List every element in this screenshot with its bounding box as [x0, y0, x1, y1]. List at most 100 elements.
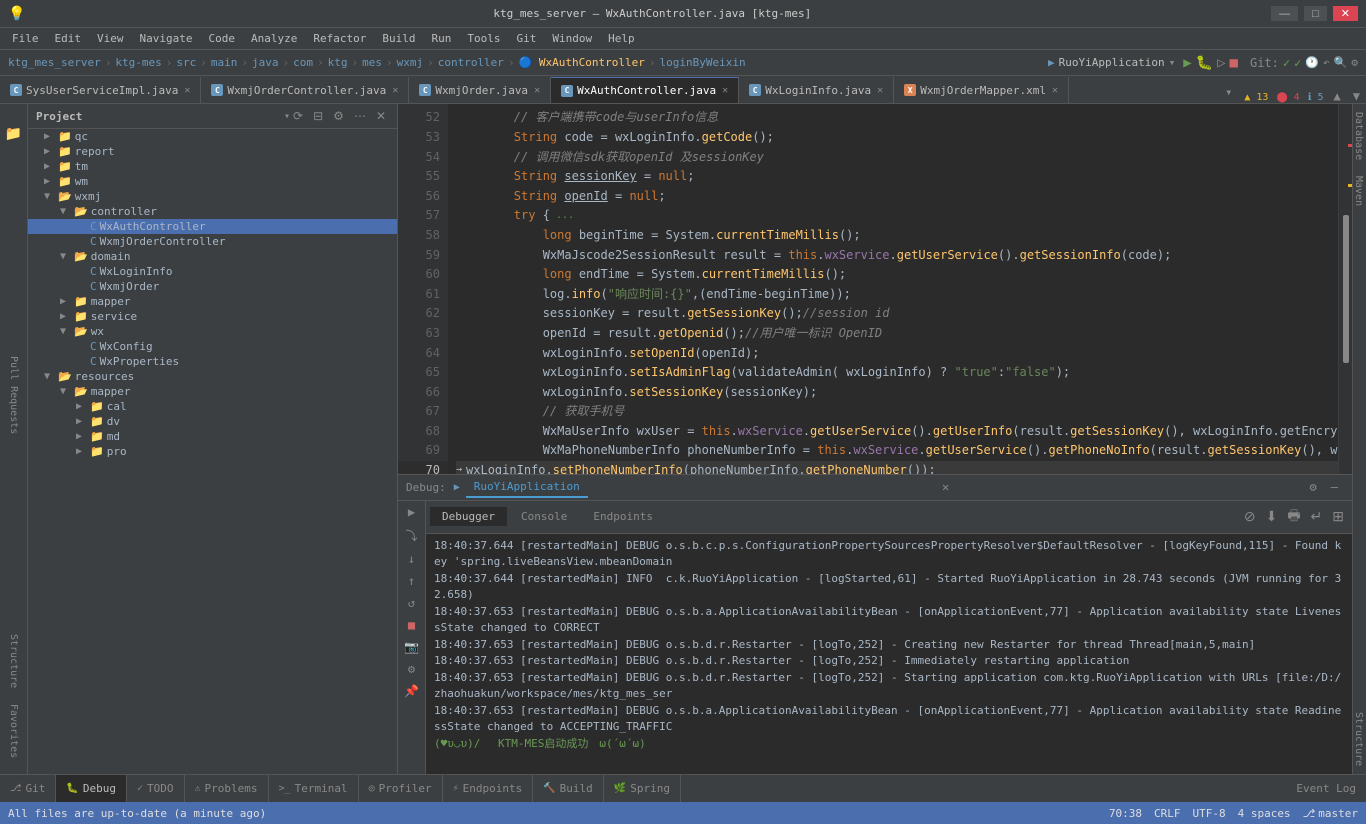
git-tab[interactable]: ⎇ Git [0, 775, 56, 802]
menu-item-run[interactable]: Run [423, 30, 459, 47]
database-panel-tab[interactable]: Database [1353, 104, 1366, 168]
tab-wxmjorder-controller[interactable]: C WxmjOrderController.java ✕ [201, 77, 409, 103]
status-git-branch[interactable]: ⎇ master [1303, 807, 1358, 820]
close-button[interactable]: ✕ [1333, 6, 1358, 21]
run-button[interactable]: ▶ [1183, 55, 1191, 71]
tab-dropdown[interactable]: ▾ [1217, 81, 1240, 103]
path-file[interactable]: 🔵 WxAuthController [519, 56, 645, 69]
tree-item-pro[interactable]: ▶ 📁 pro [28, 444, 397, 459]
project-panel-icon[interactable]: 📁 [0, 120, 28, 148]
clear-console-button[interactable]: ⊘ [1240, 506, 1260, 527]
resume-button[interactable]: ▶ [398, 501, 425, 523]
endpoints-bottom-tab[interactable]: ⚡ Endpoints [443, 775, 534, 802]
debug-button[interactable]: 🐛 [1196, 55, 1213, 71]
terminal-tab[interactable]: >_ Terminal [269, 775, 359, 802]
path-project[interactable]: ktg_mes_server [8, 56, 101, 69]
tree-item-wxlogininfo[interactable]: C WxLoginInfo [28, 264, 397, 279]
debug-close-button[interactable]: ✕ [942, 480, 949, 494]
status-indent[interactable]: 4 spaces [1238, 807, 1291, 820]
scroll-thumb[interactable] [1343, 215, 1349, 363]
tree-item-resources[interactable]: ▼ 📂 resources [28, 369, 397, 384]
restart-button[interactable]: ↺ [398, 592, 425, 614]
tree-item-service[interactable]: ▶ 📁 service [28, 309, 397, 324]
gutter-down[interactable]: ▼ [1347, 89, 1366, 103]
run-config-dropdown[interactable]: ▾ [1169, 56, 1176, 69]
close-tree-button[interactable]: ✕ [373, 108, 389, 124]
warning-badge[interactable]: ▲ 13 [1240, 92, 1272, 103]
settings-debug-button[interactable]: ⚙ [398, 658, 425, 680]
endpoints-tab[interactable]: Endpoints [581, 507, 665, 526]
run-config-name[interactable]: RuoYiApplication [1059, 56, 1165, 69]
print-button[interactable]: 🖶 [1283, 503, 1304, 531]
search-button[interactable]: 🔍 [1334, 56, 1348, 69]
menu-item-help[interactable]: Help [600, 30, 643, 47]
path-wxmj[interactable]: wxmj [397, 56, 424, 69]
tree-item-domain[interactable]: ▼ 📂 domain [28, 249, 397, 264]
menu-item-window[interactable]: Window [544, 30, 600, 47]
debug-settings-button[interactable]: ⚙ [1304, 480, 1323, 494]
debug-collapse-button[interactable]: — [1325, 480, 1344, 494]
tab-close-wxauth[interactable]: ✕ [722, 85, 728, 96]
build-tab[interactable]: 🔨 Build [533, 775, 604, 802]
path-main[interactable]: main [211, 56, 238, 69]
tree-item-controller[interactable]: ▼ 📂 controller [28, 204, 397, 219]
tab-close-wxmjorder[interactable]: ✕ [534, 85, 540, 96]
tree-item-wxproperties[interactable]: C WxProperties [28, 354, 397, 369]
tab-wxmjordermapper[interactable]: X WxmjOrderMapper.xml ✕ [894, 77, 1069, 103]
layout-button[interactable]: ⊞ [1328, 506, 1348, 527]
tree-item-res-mapper[interactable]: ▼ 📂 mapper [28, 384, 397, 399]
path-java[interactable]: java [252, 56, 279, 69]
favorites-icon[interactable]: Favorites [6, 696, 21, 766]
settings-button[interactable]: ⚙ [1351, 56, 1358, 69]
problems-tab[interactable]: ⚠ Problems [185, 775, 269, 802]
git-undo[interactable]: ↶ [1323, 56, 1330, 69]
maven-panel-tab[interactable]: Maven [1353, 168, 1366, 214]
console-tab[interactable]: Debugger [430, 507, 507, 526]
collapse-all-button[interactable]: ⊟ [310, 108, 326, 124]
status-line-ending[interactable]: CRLF [1154, 807, 1181, 820]
tree-item-wx[interactable]: ▼ 📂 wx [28, 324, 397, 339]
tree-item-wxconfig[interactable]: C WxConfig [28, 339, 397, 354]
menu-item-edit[interactable]: Edit [47, 30, 90, 47]
error-badge[interactable]: ⬤ 4 [1272, 92, 1303, 103]
step-into-button[interactable]: ↓ [398, 548, 425, 570]
stop-button[interactable]: ■ [1230, 55, 1238, 71]
menu-item-tools[interactable]: Tools [459, 30, 508, 47]
tree-item-tm[interactable]: ▶ 📁 tm [28, 159, 397, 174]
maximize-button[interactable]: □ [1304, 6, 1327, 21]
console-output-tab[interactable]: Console [509, 507, 579, 526]
tree-item-cal[interactable]: ▶ 📁 cal [28, 399, 397, 414]
filter-button[interactable]: ⚙ [330, 108, 347, 124]
menu-item-git[interactable]: Git [508, 30, 544, 47]
pull-requests-icon[interactable]: Pull Requests [6, 348, 21, 442]
tab-close-wxmjordermapper[interactable]: ✕ [1052, 85, 1058, 96]
tree-item-qc[interactable]: ▶ 📁 qc [28, 129, 397, 144]
scroll-end-button[interactable]: ⬇ [1262, 506, 1282, 527]
tab-close-sysuser[interactable]: ✕ [184, 85, 190, 96]
tree-item-report[interactable]: ▶ 📁 report [28, 144, 397, 159]
profiler-tab[interactable]: ◎ Profiler [359, 775, 443, 802]
path-module[interactable]: ktg-mes [115, 56, 161, 69]
minimize-button[interactable]: — [1271, 6, 1298, 21]
event-log[interactable]: Event Log [1286, 780, 1366, 797]
status-line-col[interactable]: 70:38 [1109, 807, 1142, 820]
tree-item-md[interactable]: ▶ 📁 md [28, 429, 397, 444]
path-com[interactable]: com [293, 56, 313, 69]
tree-item-mapper[interactable]: ▶ 📁 mapper [28, 294, 397, 309]
debug-tab[interactable]: 🐛 Debug [56, 775, 127, 802]
code-area[interactable]: // 客户端携带code与userInfo信息 String code = wx… [448, 104, 1338, 474]
path-ktg[interactable]: ktg [328, 56, 348, 69]
tab-wxlogininfo[interactable]: C WxLoginInfo.java ✕ [739, 77, 894, 103]
debug-tab-ruoyiapp[interactable]: RuoYiApplication [466, 477, 588, 498]
menu-item-refactor[interactable]: Refactor [305, 30, 374, 47]
gutter-up[interactable]: ▲ [1328, 89, 1347, 103]
structure-icon[interactable]: Structure [6, 626, 21, 696]
path-controller[interactable]: controller [438, 56, 504, 69]
sync-button[interactable]: ⟳ [290, 108, 306, 124]
menu-item-build[interactable]: Build [374, 30, 423, 47]
settings-tree-button[interactable]: ⋯ [351, 108, 369, 124]
tree-item-wxmjordercontroller[interactable]: C WxmjOrderController [28, 234, 397, 249]
menu-item-code[interactable]: Code [200, 30, 243, 47]
tree-item-wm[interactable]: ▶ 📁 wm [28, 174, 397, 189]
menu-item-navigate[interactable]: Navigate [132, 30, 201, 47]
